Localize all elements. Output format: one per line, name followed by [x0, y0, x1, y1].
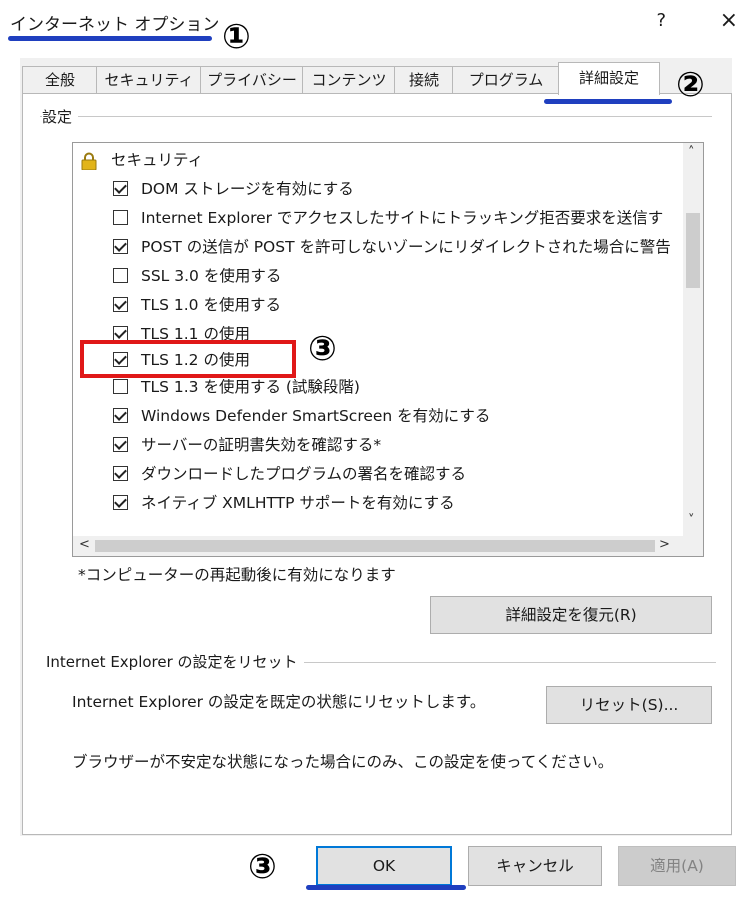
reset-group-label: Internet Explorer の設定をリセット	[46, 651, 304, 672]
annotation-marker-3-list: ③	[308, 329, 337, 369]
checkbox[interactable]	[113, 326, 128, 341]
annotation-marker-1: ①	[222, 17, 251, 57]
tab-programs[interactable]: プログラム	[452, 66, 560, 93]
tab-connections[interactable]: 接続	[394, 66, 454, 93]
annotation-marker-3-footer: ③	[248, 847, 277, 887]
tab-advanced[interactable]: 詳細設定	[558, 62, 660, 95]
checkbox[interactable]	[113, 268, 128, 283]
window-title: インターネット オプション	[10, 15, 220, 35]
annotation-underline-tab	[544, 99, 672, 104]
settings-group-divider	[40, 116, 712, 117]
category-label: セキュリティ	[111, 151, 204, 169]
apply-button[interactable]: 適用(A)	[618, 846, 736, 886]
setting-label: ダウンロードしたプログラムの署名を確認する	[141, 465, 467, 483]
checkbox[interactable]	[113, 437, 128, 452]
tab-content[interactable]: コンテンツ	[302, 66, 396, 93]
setting-label: Internet Explorer でアクセスしたサイトにトラッキング拒否要求を…	[141, 209, 664, 227]
vertical-scrollbar[interactable]: ˄ ˅	[683, 143, 703, 536]
horizontal-scroll-thumb[interactable]	[95, 540, 655, 552]
restore-advanced-button[interactable]: 詳細設定を復元(R)	[430, 596, 712, 634]
setting-label: ネイティブ XMLHTTP サポートを有効にする	[141, 494, 455, 512]
reset-warning: ブラウザーが不安定な状態になった場合にのみ、この設定を使ってください。	[72, 753, 614, 771]
checkbox[interactable]	[113, 181, 128, 196]
tab-security[interactable]: セキュリティ	[96, 66, 202, 93]
tab-strip: 全般 セキュリティ プライバシー コンテンツ 接続 プログラム 詳細設定	[22, 62, 662, 95]
checkbox[interactable]	[113, 210, 128, 225]
help-button[interactable]: ?	[656, 10, 666, 31]
annotation-marker-2: ②	[676, 65, 705, 105]
checkbox[interactable]	[113, 379, 128, 394]
setting-label: SSL 3.0 を使用する	[141, 267, 282, 285]
ok-button[interactable]: OK	[316, 846, 452, 886]
setting-label: POST の送信が POST を許可しないゾーンにリダイレクトされた場合に警告	[141, 238, 671, 256]
vertical-scroll-thumb[interactable]	[686, 213, 700, 288]
reset-description: Internet Explorer の設定を既定の状態にリセットします。	[72, 693, 486, 711]
setting-label: サーバーの証明書失効を確認する*	[141, 436, 382, 454]
lock-icon	[81, 151, 97, 171]
tab-general[interactable]: 全般	[22, 66, 98, 93]
scroll-up-arrow-icon[interactable]: ˄	[688, 145, 695, 160]
setting-label: TLS 1.0 を使用する	[141, 296, 281, 314]
checkbox[interactable]	[113, 495, 128, 510]
annotation-underline-title	[8, 36, 212, 41]
setting-label: DOM ストレージを有効にする	[141, 180, 354, 198]
horizontal-scrollbar[interactable]: < >	[73, 536, 703, 556]
reset-button[interactable]: リセット(S)...	[546, 686, 712, 724]
scroll-left-arrow-icon[interactable]: <	[79, 537, 90, 552]
scroll-down-arrow-icon[interactable]: ˅	[688, 513, 695, 528]
restart-note: *コンピューターの再起動後に有効になります	[78, 566, 396, 584]
checkbox[interactable]	[113, 297, 128, 312]
checkbox[interactable]	[113, 239, 128, 254]
settings-group-label: 設定	[42, 106, 79, 127]
checkbox[interactable]	[113, 408, 128, 423]
setting-label: Windows Defender SmartScreen を有効にする	[141, 407, 491, 425]
scroll-right-arrow-icon[interactable]: >	[659, 537, 670, 552]
annotation-highlight-box	[80, 340, 296, 378]
close-button[interactable]: ×	[720, 8, 738, 33]
cancel-button[interactable]: キャンセル	[468, 846, 602, 886]
checkbox[interactable]	[113, 466, 128, 481]
tab-privacy[interactable]: プライバシー	[200, 66, 304, 93]
annotation-underline-ok	[306, 885, 466, 890]
